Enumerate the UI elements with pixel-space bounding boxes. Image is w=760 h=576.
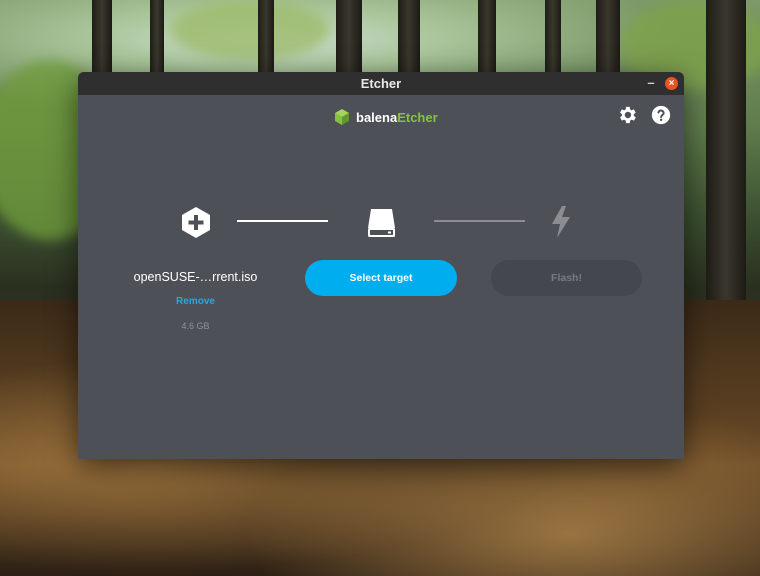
logo-text-etcher: Etcher bbox=[397, 109, 438, 125]
tree-trunk bbox=[706, 0, 746, 330]
balena-etcher-logo: balena Etcher bbox=[334, 106, 438, 128]
main-content: balena Etcher openSUSE-…rrent.iso Remove… bbox=[78, 95, 684, 459]
step-connector-line bbox=[237, 220, 328, 222]
foliage bbox=[170, 0, 330, 60]
step-connector-line bbox=[434, 220, 525, 222]
help-icon[interactable] bbox=[650, 104, 672, 126]
minimize-button[interactable]: – bbox=[644, 72, 658, 95]
flash-button[interactable]: Flash! bbox=[491, 260, 642, 296]
etcher-window: Etcher – × balena Etcher openSUSE-…rrent… bbox=[78, 72, 684, 459]
drive-icon[interactable] bbox=[367, 207, 396, 238]
plus-hexagon-icon[interactable] bbox=[181, 206, 211, 239]
remove-image-link[interactable]: Remove bbox=[158, 296, 233, 307]
lightning-icon bbox=[552, 206, 570, 238]
image-size: 4.6 GB bbox=[181, 321, 210, 331]
select-target-button[interactable]: Select target bbox=[305, 260, 457, 296]
cube-icon bbox=[335, 109, 349, 125]
title-bar[interactable]: Etcher – × bbox=[78, 72, 684, 95]
window-title: Etcher bbox=[360, 76, 402, 91]
logo-text-balena: balena bbox=[356, 109, 398, 125]
close-button[interactable]: × bbox=[665, 77, 678, 90]
selected-image-name: openSUSE-…rrent.iso bbox=[133, 270, 258, 284]
gear-icon[interactable] bbox=[616, 104, 638, 126]
